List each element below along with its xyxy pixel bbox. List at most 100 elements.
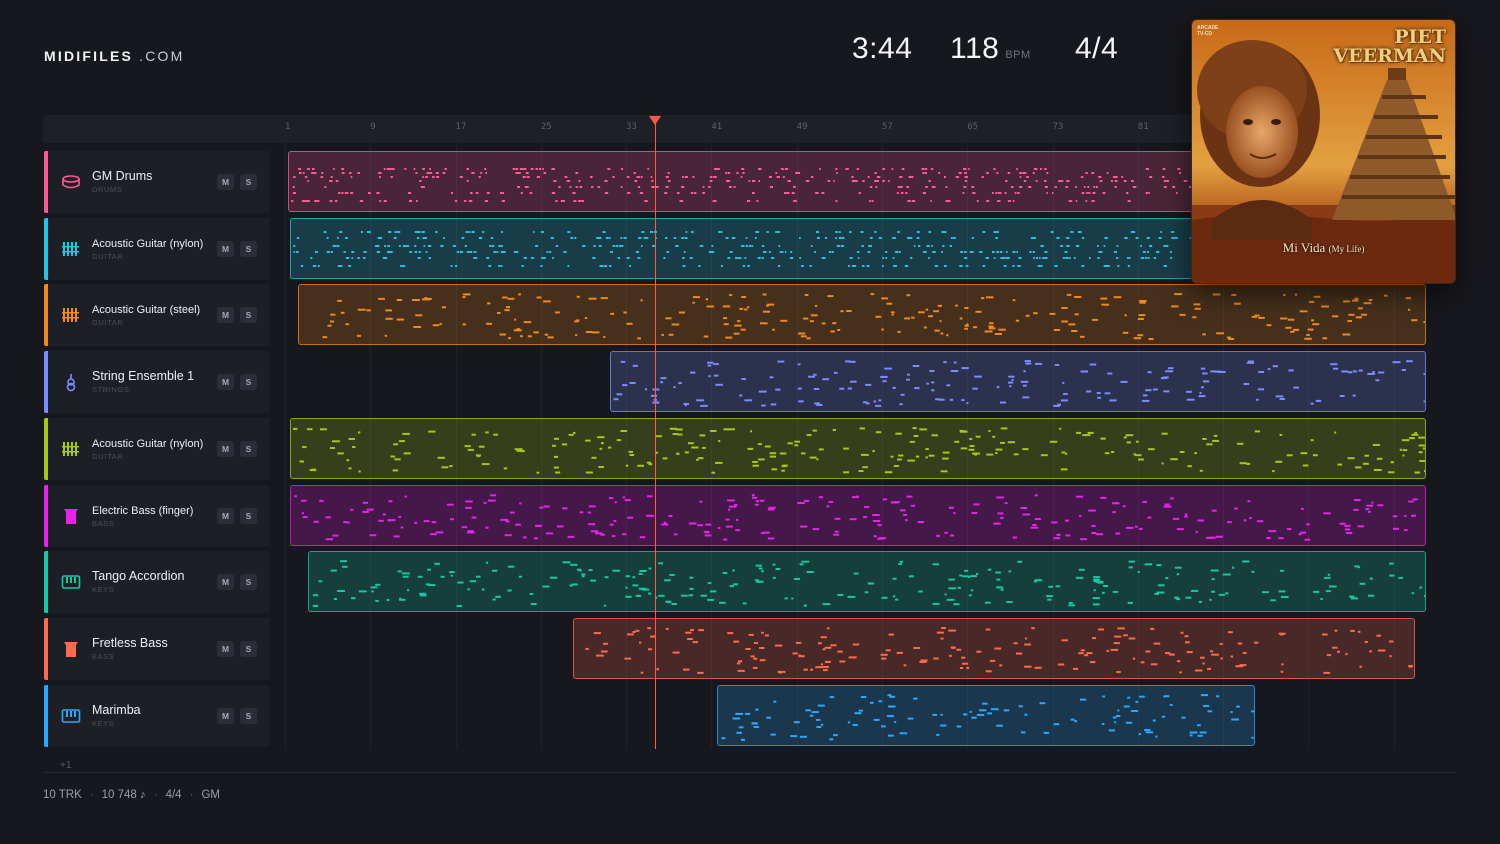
mute-button[interactable]: M [217,574,234,591]
midi-clip[interactable] [572,617,1415,679]
mute-button[interactable]: M [217,440,234,457]
clip-notes [294,493,1418,541]
track-name: Acoustic Guitar (steel) [92,304,201,317]
mute-button[interactable]: M [217,307,234,324]
track-header[interactable]: GM Drums DRUMS M S [44,151,270,213]
status-bar: 10 TRK · 10 748 ♪ · 4/4 · GM [43,789,220,801]
mute-button[interactable]: M [217,374,234,391]
status-note-count: 10 748 ♪ [101,789,146,801]
status-standard: GM [201,789,220,801]
violin-icon [61,372,81,392]
bass-icon [61,639,81,659]
ruler-tick: 1 [285,122,291,132]
solo-button[interactable]: S [240,307,257,324]
track-header[interactable]: Electric Bass (finger) BASS M S [44,484,270,547]
solo-button[interactable]: S [240,574,257,591]
ruler-tick: 57 [881,122,893,132]
ruler-tick: 41 [711,122,723,132]
track-name: Acoustic Guitar (nylon) [92,437,204,450]
grid-line [285,143,286,749]
midi-clip[interactable] [290,484,1426,546]
track-category: GUITAR [92,318,124,328]
album-title: Mi Vida (My Life) [1282,240,1365,255]
tempo-value: 118 [950,32,1000,65]
guitar-fret-icon [61,439,81,459]
status-track-count: 10 TRK [43,789,82,801]
track-header[interactable]: Acoustic Guitar (nylon) GUITAR M S [44,217,270,280]
track-category: BASS [92,518,115,528]
solo-button[interactable]: S [240,640,257,657]
mute-button[interactable]: M [217,507,234,524]
keyboard-icon [61,706,81,726]
ruler-tick: 9 [370,122,376,132]
mute-button[interactable]: M [217,707,234,724]
solo-button[interactable]: S [240,507,257,524]
drum-icon [61,172,81,192]
track-header[interactable]: Acoustic Guitar (steel) GUITAR M S [44,284,270,347]
track-color-bar [44,351,48,414]
solo-button[interactable]: S [240,374,257,391]
tempo-unit: BPM [1005,49,1031,61]
track-category: KEYS [92,718,115,728]
ruler-tick: 81 [1137,122,1149,132]
track-header[interactable]: Acoustic Guitar (nylon) GUITAR M S [44,417,270,480]
bass-icon [61,506,81,526]
track-header[interactable]: String Ensemble 1 STRINGS M S [44,351,270,414]
track-name: Electric Bass (finger) [92,504,194,517]
guitar-fret-icon [61,305,81,325]
track-category: GUITAR [92,451,124,461]
track-category: STRINGS [92,385,130,395]
keyboard-icon [61,572,81,592]
track-name: String Ensemble 1 [92,369,195,384]
guitar-fret-icon [61,239,81,259]
track-color-bar [44,284,48,347]
mute-button[interactable]: M [217,640,234,657]
ruler-tick: 73 [1052,122,1064,132]
more-tracks-indicator[interactable]: +1 [60,760,71,771]
mute-button[interactable]: M [217,240,234,257]
track-category: DRUMS [92,185,123,194]
playhead-handle[interactable] [649,116,661,125]
record-label-logo: ARCADE TV-CD [1197,25,1219,37]
track-color-bar [44,617,48,680]
track-category: GUITAR [92,251,124,261]
midi-clip[interactable] [610,351,1426,413]
clip-notes [293,426,1425,474]
ruler-tick: 17 [455,122,467,132]
track-name: Marimba [92,702,141,717]
solo-button[interactable]: S [240,440,257,457]
track-color-bar [44,417,48,480]
clip-notes [585,626,1413,674]
duration-display: 3:44 [852,32,912,72]
mute-button[interactable]: M [217,174,234,190]
solo-button[interactable]: S [240,240,257,257]
midi-clip[interactable] [308,551,1426,613]
clip-notes [313,560,1425,608]
track-category: KEYS [92,585,115,595]
time-signature-display: 4/4 [1075,32,1118,72]
track-name: Acoustic Guitar (nylon) [92,237,204,250]
track-header[interactable]: Fretless Bass BASS M S [44,617,270,680]
ruler-tick: 25 [540,122,552,132]
track-color-bar [44,484,48,547]
ruler-tick: 33 [626,122,637,132]
track-color-bar [44,551,48,614]
midi-clip[interactable] [290,417,1426,479]
clip-notes [322,293,1425,341]
tempo-display: 118 BPM [950,32,1031,72]
album-artist: PIET VEERMAN [1333,26,1446,67]
midi-clip[interactable] [716,684,1256,746]
ruler-tick: 49 [796,122,808,132]
clip-notes [613,360,1425,407]
track-header[interactable]: Marimba KEYS M S [44,684,270,747]
track-header[interactable]: Tango Accordion KEYS M S [44,551,270,614]
track-color-bar [44,684,48,747]
clip-notes [721,693,1254,741]
playhead[interactable] [655,118,656,749]
track-name: Tango Accordion [92,569,185,584]
solo-button[interactable]: S [240,174,257,190]
midi-clip[interactable] [297,284,1426,346]
brand-logo: MIDIFILES .COM [44,48,185,64]
solo-button[interactable]: S [240,707,257,724]
track-name: Fretless Bass [92,635,168,650]
